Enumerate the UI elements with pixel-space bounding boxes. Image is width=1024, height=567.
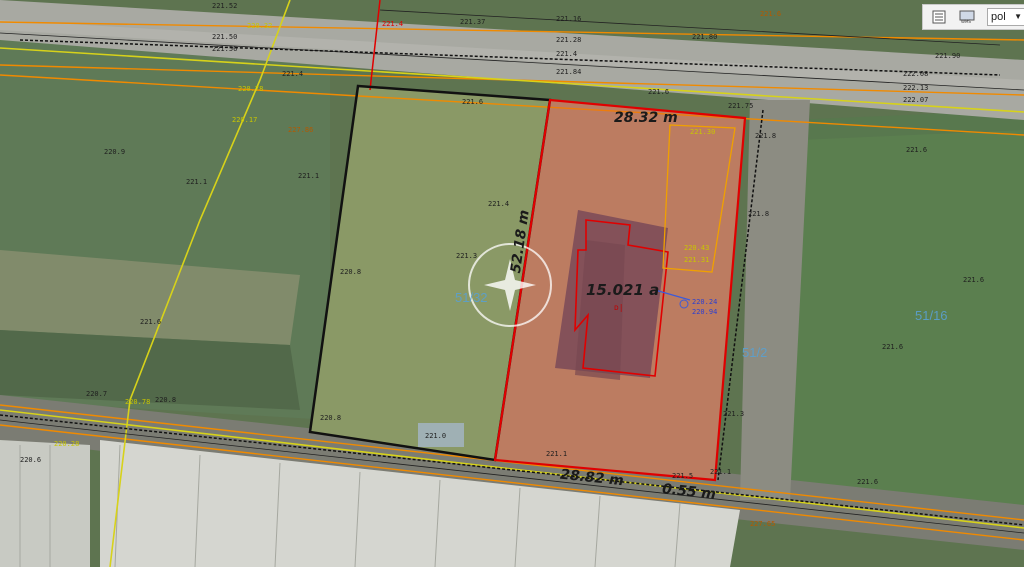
utility-label: 227.65 xyxy=(750,520,776,528)
spot-height: 221.6 xyxy=(857,478,879,486)
spot-height: 221.56 xyxy=(212,45,238,53)
spot-height: 221.3 xyxy=(456,252,478,260)
spot-height: 221.28 xyxy=(556,36,582,44)
spot-height: 220.9 xyxy=(104,148,126,156)
utility-label: 220.17 xyxy=(232,116,258,124)
spot-height: 221.90 xyxy=(935,52,961,60)
spot-height: 221.0 xyxy=(425,432,447,440)
spot-height: 221.75 xyxy=(728,102,754,110)
spot-height: 221.5 xyxy=(672,472,694,480)
utility-label: 220.94 xyxy=(692,308,718,316)
spot-height: 221.8 xyxy=(755,132,777,140)
spot-height: 221.1 xyxy=(546,450,568,458)
utility-label: 220.78 xyxy=(238,85,264,93)
language-select-value: pol xyxy=(991,11,1006,23)
chevron-down-icon: ▼ xyxy=(1014,12,1022,21)
language-select[interactable]: pol ▼ xyxy=(987,8,1024,26)
spot-height: 220.8 xyxy=(320,414,342,422)
spot-height: 221.6 xyxy=(906,146,928,154)
spot-height: 221.52 xyxy=(212,2,238,10)
spot-height: 221.6 xyxy=(882,343,904,351)
spot-height: 221.50 xyxy=(212,33,238,41)
spot-height: 221.6 xyxy=(462,98,484,106)
spot-height: 221.6 xyxy=(963,276,985,284)
spot-height: 221.4 xyxy=(282,70,304,78)
map-toolbar: WMS pol ▼ xyxy=(922,4,1024,30)
spot-height: 221.4 xyxy=(556,50,578,58)
utility-label: 220.24 xyxy=(692,298,718,306)
area-symbol: ᴅ| xyxy=(614,303,624,312)
wms-icon[interactable]: WMS xyxy=(957,8,977,26)
utility-label: 220.32 xyxy=(247,22,273,30)
spot-height: 222.08 xyxy=(903,70,929,78)
spot-height: 220.7 xyxy=(86,390,108,398)
parcel-number-right: 51/16 xyxy=(915,308,948,323)
spot-height: 221.1 xyxy=(298,172,320,180)
utility-label: 221.4 xyxy=(382,20,404,28)
spot-height: 221.3 xyxy=(723,410,745,418)
utility-label: 221.30 xyxy=(690,128,716,136)
parcel-number-left: 51/32 xyxy=(455,290,488,305)
utility-label: 220.28 xyxy=(54,440,80,448)
utility-label: 220.78 xyxy=(125,398,151,406)
spot-height: 221.4 xyxy=(488,200,510,208)
spot-height: 220.8 xyxy=(155,396,177,404)
top-edge-measurement: 28.32 m xyxy=(614,110,678,126)
spot-height: 222.13 xyxy=(903,84,929,92)
spot-height: 222.07 xyxy=(903,96,929,104)
area-label: 15.021 a xyxy=(586,281,660,299)
spot-height: 221.8 xyxy=(748,210,770,218)
spot-height: 221.84 xyxy=(556,68,582,76)
utility-label: 227.86 xyxy=(288,126,314,134)
utility-label: 221.31 xyxy=(684,256,710,264)
spot-height: 221.16 xyxy=(556,15,582,23)
utility-label: 221.6 xyxy=(760,10,782,18)
spot-height: 221.80 xyxy=(692,33,718,41)
spot-height: 221.6 xyxy=(648,88,670,96)
spot-height: 221.1 xyxy=(186,178,208,186)
parcel-number-road: 51/2 xyxy=(742,345,768,360)
legend-icon[interactable] xyxy=(929,8,949,26)
utility-label: 220.43 xyxy=(684,244,710,252)
spot-height: 220.6 xyxy=(20,456,42,464)
svg-text:WMS: WMS xyxy=(961,19,971,24)
spot-height: 221.6 xyxy=(140,318,162,326)
spot-height: 221.37 xyxy=(460,18,486,26)
spot-height: 220.8 xyxy=(340,268,362,276)
spot-height: 221.1 xyxy=(710,468,732,476)
